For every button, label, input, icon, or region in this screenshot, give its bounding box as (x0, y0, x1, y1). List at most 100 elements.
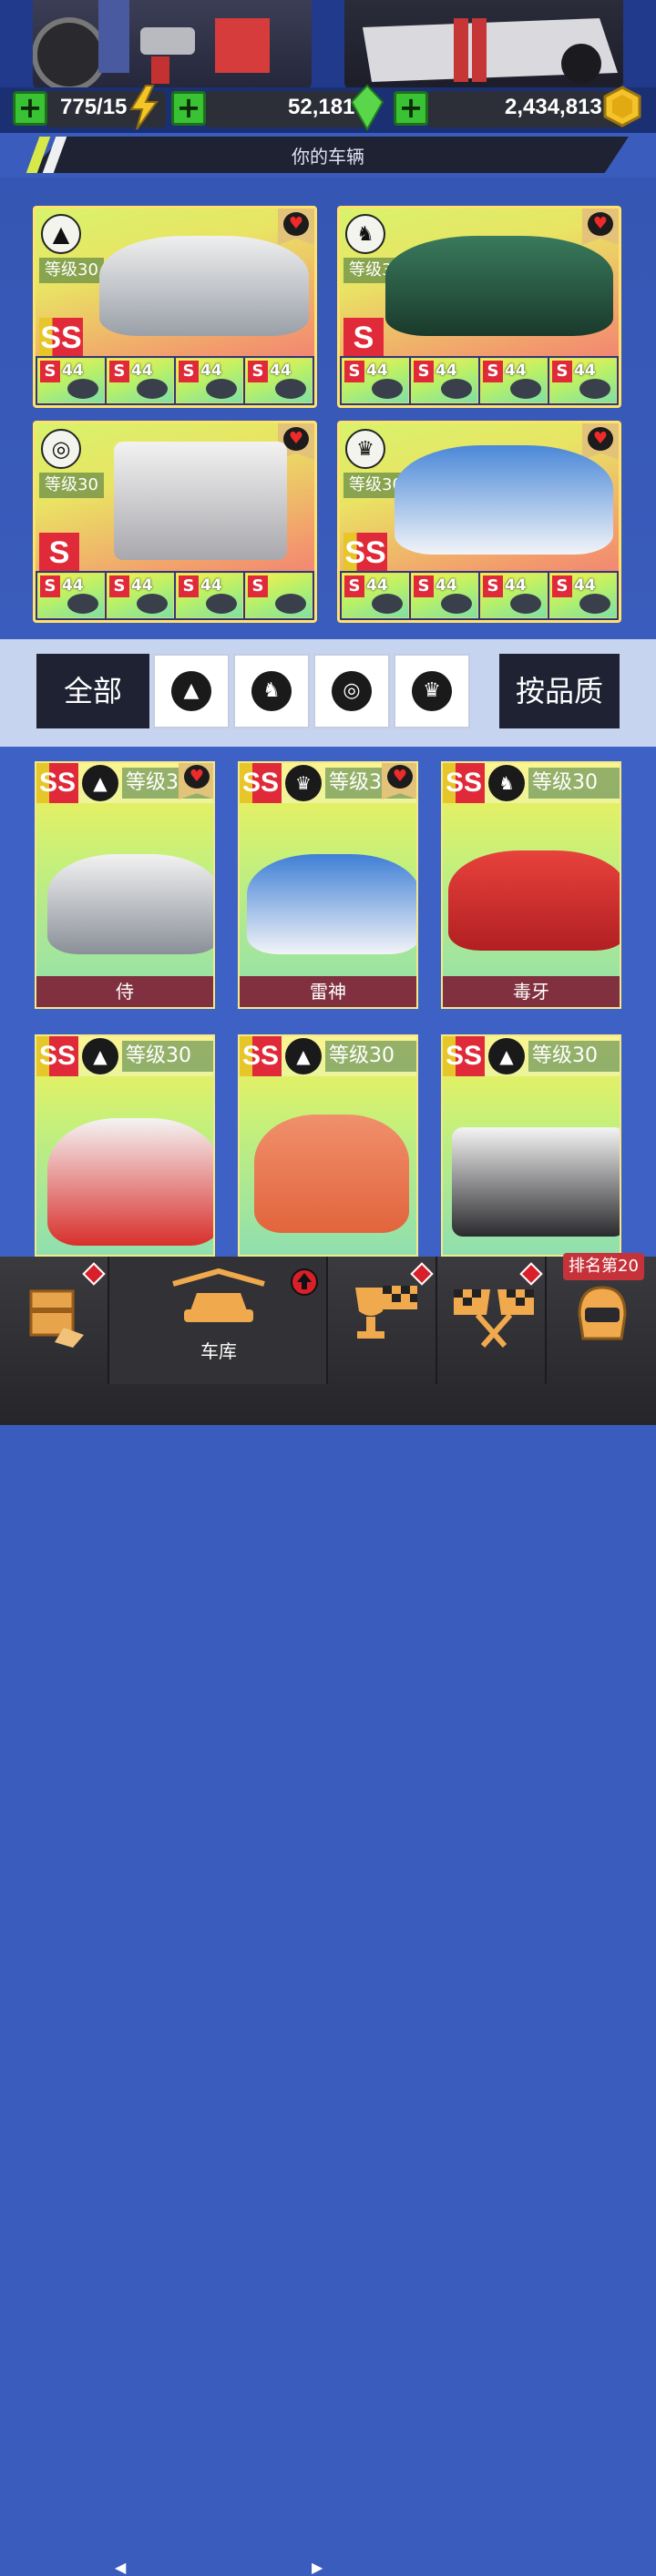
car-card[interactable]: SS ♛ 等级3 ♥ 雷神 (238, 761, 418, 1009)
filter-crown-button[interactable]: ♛ (394, 654, 470, 728)
part-slot-tire[interactable]: S 44 (342, 358, 409, 403)
nav-garage[interactable]: ◀ ▶ (109, 1257, 328, 2576)
tuning-shop-image[interactable] (33, 0, 312, 91)
chevron-right-icon[interactable]: ▶ (312, 2559, 323, 2576)
crate-icon (29, 1289, 84, 1348)
nav-race[interactable] (437, 1257, 547, 1384)
class-badge: SS (443, 763, 485, 803)
car-card[interactable]: SS ▲ 等级3 ♥ 侍 (35, 761, 215, 1009)
notification-badge (519, 1262, 543, 1286)
header-banner (0, 0, 656, 91)
part-slot-wheel[interactable]: S 44 (549, 573, 617, 618)
part-slot-exhaust[interactable]: S 44 (480, 573, 548, 618)
crown-icon: ♛ (345, 429, 385, 469)
part-slot-exhaust[interactable]: S 44 (176, 573, 243, 618)
featured-car-card[interactable]: ◎ ♥ 等级30 S S 44 S 44 S 44 S (33, 421, 317, 623)
sort-by-quality-button[interactable]: 按品质 (499, 654, 620, 728)
class-badge: S (39, 533, 79, 573)
parts-row: S 44 S 44 S 44 S (36, 571, 314, 620)
car-card[interactable]: SS ▲ 等级30 (441, 1034, 621, 1257)
class-badge: SS (240, 763, 282, 803)
add-energy-button[interactable]: + (13, 91, 47, 126)
car-illustration (363, 18, 618, 84)
featured-car-card[interactable]: ♞ ♥ 等级30 S S 44 S 44 S 44 S 44 (337, 206, 621, 408)
parts-row: S 44 S 44 S 44 S 44 (36, 356, 314, 405)
trophy-flag-icon (355, 1286, 417, 1339)
horse-icon: ♞ (488, 765, 525, 801)
horse-icon: ♞ (345, 214, 385, 254)
car-card[interactable]: SS ▲ 等级30 (35, 1034, 215, 1257)
part-slot-tire[interactable]: S 44 (37, 573, 105, 618)
road-icon: ▲ (41, 214, 81, 254)
part-slot-engine[interactable]: S 44 (107, 358, 174, 403)
part-slot-wheel[interactable]: S 44 (245, 358, 313, 403)
wheel-icon: ◎ (41, 429, 81, 469)
lightning-icon (129, 85, 159, 130)
car-level: 等级30 (122, 1041, 213, 1072)
parts-row: S 44 S 44 S 44 S 44 (340, 571, 619, 620)
car-image (47, 854, 213, 954)
wheel-icon: ◎ (332, 671, 372, 711)
part-slot-wheel[interactable]: S (245, 573, 313, 618)
car-card[interactable]: SS ♞ 等级30 毒牙 (441, 761, 621, 1009)
parts-row: S 44 S 44 S 44 S 44 (340, 356, 619, 405)
filter-wheel-button[interactable]: ◎ (313, 654, 390, 728)
car-name: 雷神 (240, 976, 416, 1007)
part-slot-tire[interactable]: S 44 (37, 358, 105, 403)
nav-events[interactable] (328, 1257, 437, 1384)
class-badge: SS (36, 1036, 78, 1076)
class-badge: S (343, 318, 384, 358)
nav-shop[interactable] (0, 1257, 109, 1384)
car-image (99, 236, 309, 336)
filter-road-button[interactable]: ▲ (153, 654, 230, 728)
car-image (247, 854, 416, 954)
upgrade-arrow-icon (291, 1268, 318, 1296)
class-badge: SS (343, 533, 387, 573)
class-badge: SS (443, 1036, 485, 1076)
gems-value: 52,181 (288, 95, 355, 119)
favorite-heart-icon[interactable]: ♥ (278, 209, 314, 245)
car-name: 侍 (36, 976, 213, 1007)
class-badge: SS (39, 318, 83, 358)
favorite-heart-icon[interactable]: ♥ (582, 209, 619, 245)
part-slot-exhaust[interactable]: S 44 (176, 358, 243, 403)
part-slot-tire[interactable]: S 44 (342, 573, 409, 618)
car-image (452, 1127, 620, 1237)
gem-icon (350, 84, 384, 131)
car-level: 等级30 (528, 768, 620, 799)
featured-car-image[interactable] (344, 0, 623, 91)
featured-car-card[interactable]: ♛ ♥ 等级30 SS S 44 S 44 S 44 S 44 (337, 421, 621, 623)
energy-value: 775/15 (60, 95, 128, 119)
class-badge: SS (240, 1036, 282, 1076)
car-card[interactable]: SS ▲ 等级30 (238, 1034, 418, 1257)
class-badge: SS (36, 763, 78, 803)
coins-value: 2,434,813 (505, 95, 602, 119)
checkered-flags-icon (454, 1289, 534, 1348)
car-image (448, 850, 620, 951)
favorite-heart-icon[interactable]: ♥ (582, 423, 619, 460)
filter-horse-button[interactable]: ♞ (233, 654, 310, 728)
featured-car-card[interactable]: ▲ ♥ 等级30 SS S 44 S 44 S 44 S 44 (33, 206, 317, 408)
part-slot-engine[interactable]: S 44 (411, 573, 478, 618)
car-image (254, 1115, 409, 1233)
car-image (114, 442, 287, 560)
part-slot-wheel[interactable]: S 44 (549, 358, 617, 403)
car-level: 等级30 (325, 1041, 416, 1072)
part-slot-engine[interactable]: S 44 (411, 358, 478, 403)
road-icon: ▲ (171, 671, 211, 711)
add-gems-button[interactable]: + (171, 91, 206, 126)
car-level: 等级30 (528, 1041, 620, 1072)
chevron-left-icon[interactable]: ◀ (115, 2559, 126, 2576)
garage-car-icon (172, 1268, 265, 1322)
crown-icon: ♛ (412, 671, 452, 711)
part-slot-engine[interactable]: S 44 (107, 573, 174, 618)
car-name: 毒牙 (443, 976, 620, 1007)
add-coins-button[interactable]: + (394, 91, 428, 126)
filter-all-button[interactable]: 全部 (36, 654, 149, 728)
car-image (385, 236, 613, 336)
nav-garage-label: 车库 (200, 1340, 237, 1362)
road-icon: ▲ (285, 1038, 322, 1074)
crown-icon: ♛ (285, 765, 322, 801)
road-icon: ▲ (82, 765, 118, 801)
part-slot-exhaust[interactable]: S 44 (480, 358, 548, 403)
